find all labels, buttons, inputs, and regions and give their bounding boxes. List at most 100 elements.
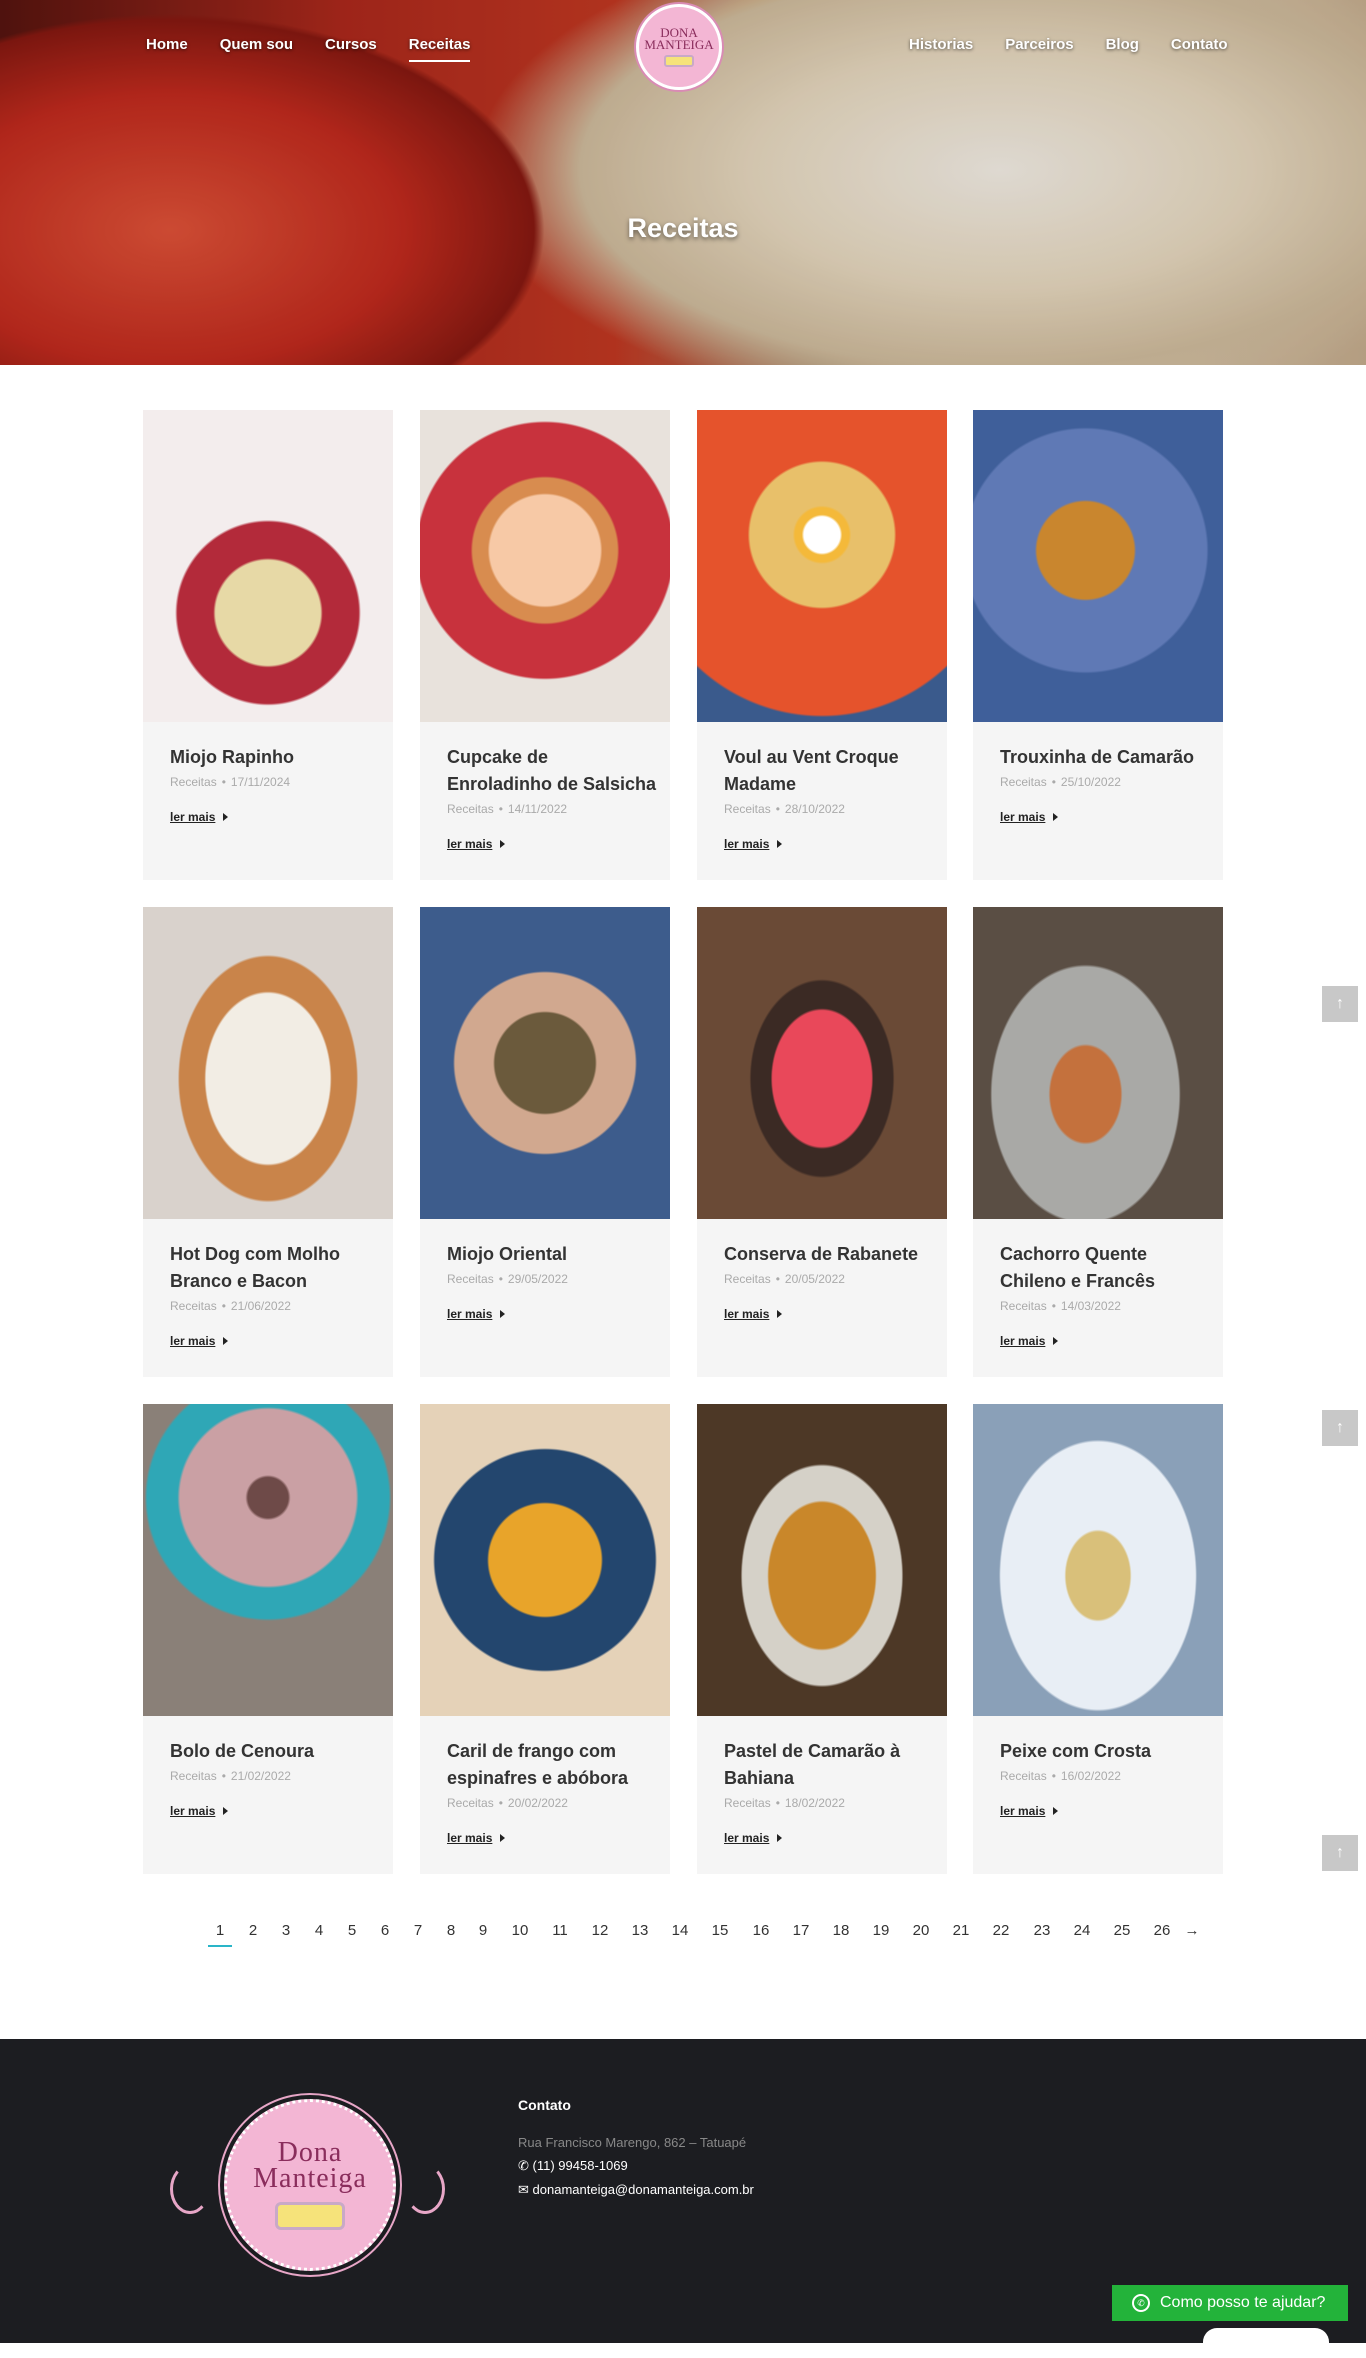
chat-widget-tab[interactable] <box>1203 2328 1329 2358</box>
page-link-24[interactable]: 24 <box>1070 1922 1094 1939</box>
recipe-image[interactable] <box>973 410 1223 722</box>
recipe-image[interactable] <box>143 907 393 1219</box>
recipe-image[interactable] <box>697 1404 947 1716</box>
nav-receitas[interactable]: Receitas <box>408 36 470 62</box>
page-link-21[interactable]: 21 <box>949 1922 973 1939</box>
recipe-title[interactable]: Trouxinha de Camarão <box>1000 744 1210 771</box>
page-link-14[interactable]: 14 <box>668 1922 692 1939</box>
recipe-category[interactable]: Receitas <box>724 802 771 816</box>
nav-blog[interactable]: Blog <box>1106 36 1139 56</box>
recipe-image[interactable] <box>973 907 1223 1219</box>
recipe-image[interactable] <box>143 410 393 722</box>
page-link-1[interactable]: 1 <box>208 1922 232 1947</box>
recipe-category[interactable]: Receitas <box>447 1796 494 1810</box>
recipe-title[interactable]: Cupcake de Enroladinho de Salsicha <box>447 744 657 798</box>
nav-quem-sou[interactable]: Quem sou <box>220 36 293 56</box>
recipe-category[interactable]: Receitas <box>170 775 217 789</box>
recipe-image[interactable] <box>973 1404 1223 1716</box>
page-link-23[interactable]: 23 <box>1030 1922 1054 1939</box>
recipe-title[interactable]: Peixe com Crosta <box>1000 1738 1210 1765</box>
recipe-title[interactable]: Pastel de Camarão à Bahiana <box>724 1738 934 1792</box>
recipe-card[interactable]: Caril de frango com espinafres e abóbora… <box>420 1404 670 1874</box>
read-more-link[interactable]: ler mais <box>447 1307 505 1321</box>
recipe-category[interactable]: Receitas <box>1000 1299 1047 1313</box>
read-more-link[interactable]: ler mais <box>724 837 782 851</box>
nav-parceiros[interactable]: Parceiros <box>1005 36 1073 56</box>
page-link-11[interactable]: 11 <box>548 1922 572 1939</box>
recipe-card[interactable]: Pastel de Camarão à Bahiana Receitas • 18/0… <box>697 1404 947 1874</box>
read-more-link[interactable]: ler mais <box>1000 1804 1058 1818</box>
page-link-6[interactable]: 6 <box>373 1922 397 1939</box>
recipe-card[interactable]: Hot Dog com Molho Branco e Bacon Receitas… <box>143 907 393 1377</box>
site-logo[interactable]: DONA MANTEIGA <box>636 4 722 90</box>
read-more-link[interactable]: ler mais <box>170 1804 228 1818</box>
recipe-title[interactable]: Conserva de Rabanete <box>724 1241 934 1268</box>
recipe-title[interactable]: Caril de frango com espinafres e abóbora <box>447 1738 657 1792</box>
page-link-19[interactable]: 19 <box>869 1922 893 1939</box>
page-link-26[interactable]: 26 <box>1150 1922 1174 1939</box>
nav-home[interactable]: Home <box>146 36 188 56</box>
recipe-title[interactable]: Miojo Oriental <box>447 1241 657 1268</box>
recipe-card[interactable]: Peixe com Crosta Receitas • 16/02/2022 ler m… <box>973 1404 1223 1874</box>
recipe-card[interactable]: Miojo Rapinho Receitas • 17/11/2024 ler mais <box>143 410 393 880</box>
read-more-link[interactable]: ler mais <box>170 1334 228 1348</box>
nav-contato[interactable]: Contato <box>1171 36 1228 56</box>
read-more-link[interactable]: ler mais <box>170 810 228 824</box>
recipe-category[interactable]: Receitas <box>1000 1769 1047 1783</box>
recipe-image[interactable] <box>420 907 670 1219</box>
page-link-18[interactable]: 18 <box>829 1922 853 1939</box>
page-link-13[interactable]: 13 <box>628 1922 652 1939</box>
recipe-title[interactable]: Bolo de Cenoura <box>170 1738 380 1765</box>
recipe-card[interactable]: Miojo Oriental Receitas • 29/05/2022 ler mai… <box>420 907 670 1377</box>
recipe-title[interactable]: Voul au Vent Croque Madame <box>724 744 934 798</box>
recipe-card[interactable]: Cupcake de Enroladinho de Salsicha Receit… <box>420 410 670 880</box>
recipe-card[interactable]: Cachorro Quente Chileno e Francês Receita… <box>973 907 1223 1377</box>
read-more-link[interactable]: ler mais <box>447 1831 505 1845</box>
recipe-card[interactable]: Trouxinha de Camarão Receitas • 25/10/2022 l… <box>973 410 1223 880</box>
footer-phone[interactable]: (11) 99458-1069 <box>533 2158 628 2173</box>
page-link-17[interactable]: 17 <box>789 1922 813 1939</box>
page-link-25[interactable]: 25 <box>1110 1922 1134 1939</box>
recipe-title[interactable]: Miojo Rapinho <box>170 744 380 771</box>
recipe-title[interactable]: Cachorro Quente Chileno e Francês <box>1000 1241 1210 1295</box>
recipe-category[interactable]: Receitas <box>447 802 494 816</box>
page-link-2[interactable]: 2 <box>241 1922 265 1939</box>
page-link-15[interactable]: 15 <box>708 1922 732 1939</box>
read-more-link[interactable]: ler mais <box>724 1307 782 1321</box>
page-link-22[interactable]: 22 <box>989 1922 1013 1939</box>
recipe-category[interactable]: Receitas <box>1000 775 1047 789</box>
read-more-link[interactable]: ler mais <box>447 837 505 851</box>
recipe-image[interactable] <box>143 1404 393 1716</box>
footer-email[interactable]: donamanteiga@donamanteiga.com.br <box>533 2182 754 2197</box>
whatsapp-chat-button[interactable]: ✆ Como posso te ajudar? <box>1112 2285 1348 2321</box>
read-more-link[interactable]: ler mais <box>1000 810 1058 824</box>
page-link-8[interactable]: 8 <box>439 1922 463 1939</box>
read-more-link[interactable]: ler mais <box>1000 1334 1058 1348</box>
page-link-12[interactable]: 12 <box>588 1922 612 1939</box>
next-page-arrow-icon[interactable]: → <box>1180 1922 1204 1939</box>
recipe-image[interactable] <box>697 907 947 1219</box>
recipe-card[interactable]: Bolo de Cenoura Receitas • 21/02/2022 ler ma… <box>143 1404 393 1874</box>
scroll-top-button[interactable]: ↑ <box>1322 1835 1358 1871</box>
recipe-card[interactable]: Conserva de Rabanete Receitas • 20/05/2022 l… <box>697 907 947 1377</box>
recipe-category[interactable]: Receitas <box>724 1272 771 1286</box>
recipe-image[interactable] <box>420 1404 670 1716</box>
recipe-category[interactable]: Receitas <box>170 1769 217 1783</box>
nav-cursos[interactable]: Cursos <box>325 36 377 56</box>
page-link-4[interactable]: 4 <box>307 1922 331 1939</box>
page-link-20[interactable]: 20 <box>909 1922 933 1939</box>
nav-historias[interactable]: Historias <box>909 36 973 56</box>
page-link-9[interactable]: 9 <box>471 1922 495 1939</box>
page-link-16[interactable]: 16 <box>749 1922 773 1939</box>
recipe-image[interactable] <box>697 410 947 722</box>
page-link-5[interactable]: 5 <box>340 1922 364 1939</box>
recipe-card[interactable]: Voul au Vent Croque Madame Receitas • 28/10… <box>697 410 947 880</box>
read-more-link[interactable]: ler mais <box>724 1831 782 1845</box>
recipe-category[interactable]: Receitas <box>447 1272 494 1286</box>
page-link-3[interactable]: 3 <box>274 1922 298 1939</box>
recipe-image[interactable] <box>420 410 670 722</box>
recipe-title[interactable]: Hot Dog com Molho Branco e Bacon <box>170 1241 380 1295</box>
scroll-top-button[interactable]: ↑ <box>1322 986 1358 1022</box>
scroll-top-button[interactable]: ↑ <box>1322 1410 1358 1446</box>
recipe-category[interactable]: Receitas <box>170 1299 217 1313</box>
